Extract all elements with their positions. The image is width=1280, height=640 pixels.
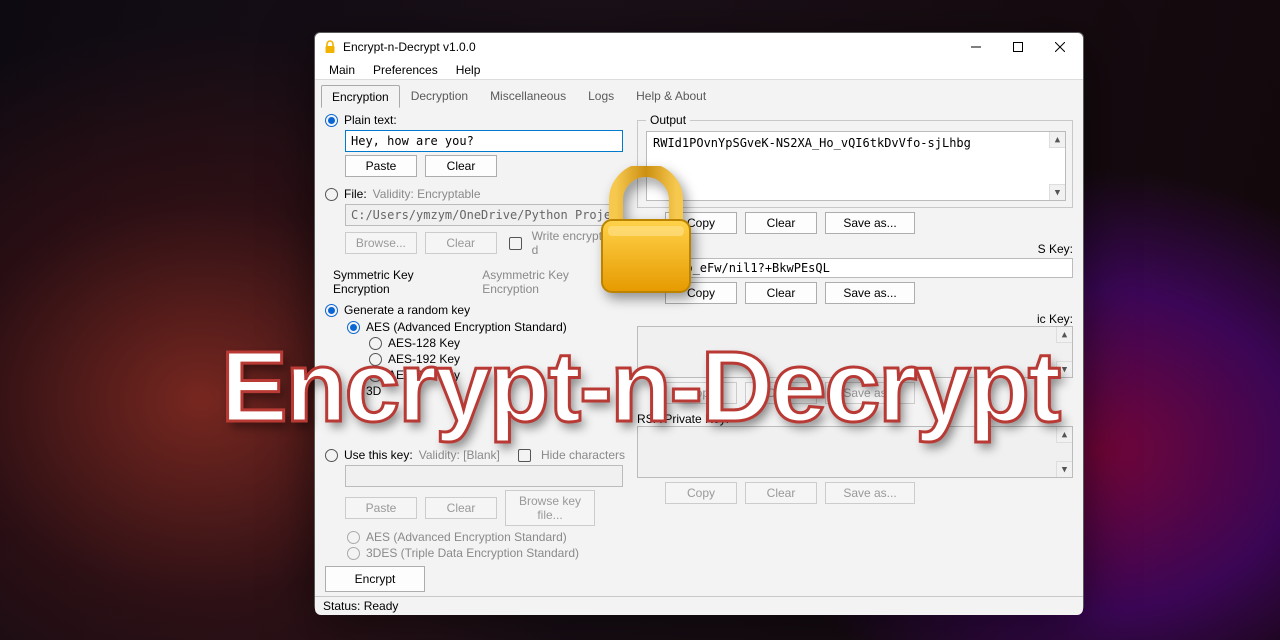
file-row: File: Validity: Encryptable xyxy=(325,187,625,201)
output-textbox[interactable]: RWId1POvnYpSGveK-NS2XA_Ho_vQI6tkDvVfo-sj… xyxy=(646,131,1066,201)
rsapriv-clear-button[interactable]: Clear xyxy=(745,482,817,504)
aes128-label: AES-128 Key xyxy=(388,336,460,350)
menubar: Main Preferences Help xyxy=(315,61,1083,80)
radio-3des-disabled xyxy=(347,547,360,560)
aes192-label: AES-192 Key xyxy=(388,352,460,366)
radio-plaintext[interactable] xyxy=(325,114,338,127)
menu-help[interactable]: Help xyxy=(448,61,489,79)
output-saveas-button[interactable]: Save as... xyxy=(825,212,915,234)
rsapriv-copy-button[interactable]: Copy xyxy=(665,482,737,504)
left-column: Plain text: Paste Clear File: Validity: … xyxy=(325,113,625,592)
use-key-label: Use this key: xyxy=(344,448,413,462)
output-value: RWId1POvnYpSGveK-NS2XA_Ho_vQI6tkDvVfo-sj… xyxy=(653,136,971,150)
tab-logs[interactable]: Logs xyxy=(577,84,625,107)
tab-asymmetric[interactable]: Asymmetric Key Encryption xyxy=(474,265,625,299)
scroll-up-icon[interactable]: ▲ xyxy=(1056,327,1072,343)
aes-label: AES (Advanced Encryption Standard) xyxy=(366,320,567,334)
plaintext-paste-button[interactable]: Paste xyxy=(345,155,417,177)
radio-file[interactable] xyxy=(325,188,338,201)
scroll-down-icon[interactable]: ▼ xyxy=(1049,184,1065,200)
tab-help-about[interactable]: Help & About xyxy=(625,84,717,107)
scroll-down-icon[interactable]: ▼ xyxy=(1056,461,1072,477)
tab-misc[interactable]: Miscellaneous xyxy=(479,84,577,107)
window-title: Encrypt-n-Decrypt v1.0.0 xyxy=(343,40,955,54)
tab-symmetric[interactable]: Symmetric Key Encryption xyxy=(325,265,470,299)
aeskey-copy-button[interactable]: Copy xyxy=(665,282,737,304)
right-column: Output RWId1POvnYpSGveK-NS2XA_Ho_vQI6tkD… xyxy=(637,113,1073,592)
lock-icon xyxy=(323,40,337,54)
hide-chars-label: Hide characters xyxy=(541,448,625,462)
tab-encryption[interactable]: Encryption xyxy=(321,85,400,108)
file-path-input xyxy=(345,204,623,226)
maximize-button[interactable] xyxy=(997,33,1039,61)
close-button[interactable] xyxy=(1039,33,1081,61)
radio-aes256[interactable] xyxy=(369,369,382,382)
aeskey-saveas-button[interactable]: Save as... xyxy=(825,282,915,304)
browse-key-file-button[interactable]: Browse key file... xyxy=(505,490,595,526)
plaintext-row: Plain text: xyxy=(325,113,625,127)
minimize-button[interactable] xyxy=(955,33,997,61)
file-label: File: xyxy=(344,187,367,201)
file-validity: Validity: Encryptable xyxy=(373,187,481,201)
titlebar: Encrypt-n-Decrypt v1.0.0 xyxy=(315,33,1083,61)
generate-key-label: Generate a random key xyxy=(344,303,470,317)
rsa-pub-label: ic Key: xyxy=(1037,312,1073,326)
use-key-input xyxy=(345,465,623,487)
app-window: Encrypt-n-Decrypt v1.0.0 Main Preference… xyxy=(314,32,1084,612)
aes-disabled-label: AES (Advanced Encryption Standard) xyxy=(366,530,567,544)
radio-aes128[interactable] xyxy=(369,337,382,350)
content: Plain text: Paste Clear File: Validity: … xyxy=(315,107,1083,596)
output-group: Output RWId1POvnYpSGveK-NS2XA_Ho_vQI6tkD… xyxy=(637,113,1073,208)
aes-key-label: S Key: xyxy=(1038,242,1073,256)
status-text: Status: Ready xyxy=(323,599,398,613)
rsa-pub-textbox: ▲ ▼ xyxy=(637,326,1073,378)
write-encrypted-checkbox[interactable] xyxy=(509,237,522,250)
three-des-label: 3D xyxy=(366,384,381,398)
rsapub-saveas-button[interactable]: Save as... xyxy=(825,382,915,404)
plaintext-clear-button[interactable]: Clear xyxy=(425,155,497,177)
scroll-up-icon[interactable]: ▲ xyxy=(1056,427,1072,443)
hide-chars-checkbox[interactable] xyxy=(518,449,531,462)
write-encrypted-label: Write encrypted d xyxy=(532,229,625,257)
tab-decryption[interactable]: Decryption xyxy=(400,84,479,107)
aes-key-value[interactable] xyxy=(637,258,1073,278)
radio-aes-disabled xyxy=(347,531,360,544)
radio-use-key[interactable] xyxy=(325,449,338,462)
scroll-down-icon[interactable]: ▼ xyxy=(1056,361,1072,377)
encrypt-button[interactable]: Encrypt xyxy=(325,566,425,592)
output-legend: Output xyxy=(646,113,690,127)
statusbar: Status: Ready xyxy=(315,596,1083,615)
use-key-clear-button[interactable]: Clear xyxy=(425,497,497,519)
file-browse-button[interactable]: Browse... xyxy=(345,232,417,254)
rsa-priv-textbox: ▲ ▼ xyxy=(637,426,1073,478)
radio-generate-key[interactable] xyxy=(325,304,338,317)
radio-aes192[interactable] xyxy=(369,353,382,366)
output-copy-button[interactable]: Copy xyxy=(665,212,737,234)
rsa-priv-label: RSA Private Key: xyxy=(637,412,729,426)
aes256-label: AES-256 Key xyxy=(388,368,460,382)
radio-aes[interactable] xyxy=(347,321,360,334)
tdes-disabled-label: 3DES (Triple Data Encryption Standard) xyxy=(366,546,579,560)
plaintext-input[interactable] xyxy=(345,130,623,152)
menu-main[interactable]: Main xyxy=(321,61,363,79)
keytabs: Symmetric Key Encryption Asymmetric Key … xyxy=(325,265,625,299)
menu-preferences[interactable]: Preferences xyxy=(365,61,446,79)
use-key-paste-button[interactable]: Paste xyxy=(345,497,417,519)
scroll-up-icon[interactable]: ▲ xyxy=(1049,132,1065,148)
file-clear-button[interactable]: Clear xyxy=(425,232,497,254)
radio-3des[interactable] xyxy=(347,385,360,398)
output-clear-button[interactable]: Clear xyxy=(745,212,817,234)
plaintext-label: Plain text: xyxy=(344,113,397,127)
rsapriv-saveas-button[interactable]: Save as... xyxy=(825,482,915,504)
use-key-validity: Validity: [Blank] xyxy=(419,448,500,462)
aeskey-clear-button[interactable]: Clear xyxy=(745,282,817,304)
rsapub-copy-button[interactable]: Copy xyxy=(665,382,737,404)
rsapub-clear-button[interactable]: Clear xyxy=(745,382,817,404)
tabbar: Encryption Decryption Miscellaneous Logs… xyxy=(315,80,1083,107)
